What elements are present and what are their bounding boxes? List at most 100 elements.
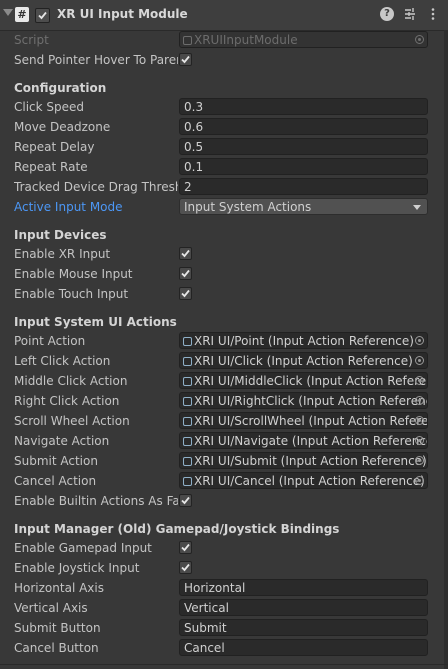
input-action-icon xyxy=(183,377,192,386)
repeat-rate-field[interactable]: 0.1 xyxy=(179,158,428,175)
enable-touch-checkbox[interactable] xyxy=(179,287,192,300)
enable-xr-checkbox[interactable] xyxy=(179,247,192,260)
send-hover-label: Send Pointer Hover To Parent xyxy=(14,53,178,67)
repeat-delay-label: Repeat Delay xyxy=(14,140,95,154)
repeat-delay-row: Repeat Delay 0.5 xyxy=(0,137,448,157)
input-action-icon xyxy=(183,457,192,466)
script-value: XRUIInputModule xyxy=(194,33,298,47)
ui-actions-header: Input System UI Actions xyxy=(14,315,177,329)
inspector-scrollbar[interactable] xyxy=(444,30,448,669)
object-picker-icon[interactable] xyxy=(415,336,424,345)
action-row: Point Action XRI UI/Point (Input Action … xyxy=(0,331,448,351)
component-title: XR UI Input Module xyxy=(57,7,188,21)
checkmark-icon xyxy=(181,249,190,258)
repeat-delay-field[interactable]: 0.5 xyxy=(179,138,428,155)
preset-icon[interactable] xyxy=(403,7,417,21)
scroll-wheel-action-field[interactable]: XRI UI/ScrollWheel (Input Action Referen… xyxy=(179,412,428,429)
cancel-button-label: Cancel Button xyxy=(14,641,99,655)
click-speed-row: Click Speed 0.3 xyxy=(0,97,448,117)
checkmark-icon xyxy=(181,496,190,505)
object-picker-icon[interactable] xyxy=(415,356,424,365)
action-value: XRI UI/Point (Input Action Reference) xyxy=(194,334,414,348)
input-action-icon xyxy=(183,477,192,486)
action-row: Middle Click Action XRI UI/MiddleClick (… xyxy=(0,371,448,391)
action-label: Navigate Action xyxy=(14,434,110,448)
action-label: Scroll Wheel Action xyxy=(14,414,130,428)
send-hover-checkbox[interactable] xyxy=(179,53,192,66)
component-header: # XR UI Input Module ? xyxy=(0,0,448,31)
enable-mouse-row: Enable Mouse Input xyxy=(0,264,448,284)
enable-gamepad-checkbox[interactable] xyxy=(179,541,192,554)
kebab-menu-icon[interactable] xyxy=(426,7,440,21)
checkmark-icon xyxy=(181,543,190,552)
object-picker-icon[interactable] xyxy=(415,436,424,445)
object-picker-icon[interactable] xyxy=(415,376,424,385)
move-deadzone-label: Move Deadzone xyxy=(14,120,111,134)
script-asset-icon xyxy=(183,36,192,45)
action-label: Cancel Action xyxy=(14,474,97,488)
active-input-mode-label: Active Input Mode xyxy=(14,200,123,214)
active-input-mode-dropdown[interactable]: Input System Actions xyxy=(179,198,428,215)
builtin-actions-label: Enable Builtin Actions As Fallback xyxy=(14,494,178,508)
object-picker-icon[interactable] xyxy=(415,416,424,425)
right-click-action-field[interactable]: XRI UI/RightClick (Input Action Referenc… xyxy=(179,392,428,409)
point-action-field[interactable]: XRI UI/Point (Input Action Reference) xyxy=(179,332,428,349)
input-action-icon xyxy=(183,437,192,446)
cancel-action-field[interactable]: XRI UI/Cancel (Input Action Reference) xyxy=(179,472,428,489)
action-value: XRI UI/RightClick (Input Action Referenc… xyxy=(194,394,428,408)
checkmark-icon xyxy=(181,269,190,278)
action-label: Submit Action xyxy=(14,454,98,468)
component-divider xyxy=(0,664,448,665)
action-value: XRI UI/Cancel (Input Action Reference) xyxy=(194,474,425,488)
object-picker-icon[interactable] xyxy=(415,456,424,465)
enable-xr-row: Enable XR Input xyxy=(0,244,448,264)
repeat-rate-row: Repeat Rate 0.1 xyxy=(0,157,448,177)
script-label: Script xyxy=(14,33,49,47)
vertical-axis-field[interactable]: Vertical xyxy=(179,599,428,616)
checkmark-icon xyxy=(38,11,47,20)
script-row: Script XRUIInputModule xyxy=(0,30,448,50)
action-label: Middle Click Action xyxy=(14,374,128,388)
foldout-arrow-icon[interactable] xyxy=(3,9,13,16)
action-row: Left Click Action XRI UI/Click (Input Ac… xyxy=(0,351,448,371)
input-action-icon xyxy=(183,417,192,426)
click-speed-field[interactable]: 0.3 xyxy=(179,98,428,115)
left-click-action-field[interactable]: XRI UI/Click (Input Action Reference) xyxy=(179,352,428,369)
action-value: XRI UI/ScrollWheel (Input Action Referen… xyxy=(194,414,428,428)
enable-joystick-checkbox[interactable] xyxy=(179,561,192,574)
drag-threshold-label: Tracked Device Drag Threshold xyxy=(14,180,178,194)
horizontal-axis-field[interactable]: Horizontal xyxy=(179,579,428,596)
dropdown-arrow-icon xyxy=(413,205,421,210)
input-action-icon xyxy=(183,337,192,346)
drag-threshold-field[interactable]: 2 xyxy=(179,178,428,195)
send-hover-row: Send Pointer Hover To Parent xyxy=(0,50,448,70)
action-row: Navigate Action XRI UI/Navigate (Input A… xyxy=(0,431,448,451)
middle-click-action-field[interactable]: XRI UI/MiddleClick (Input Action Referen… xyxy=(179,372,428,389)
move-deadzone-row: Move Deadzone 0.6 xyxy=(0,117,448,137)
cancel-button-field[interactable]: Cancel xyxy=(179,639,428,656)
enable-touch-row: Enable Touch Input xyxy=(0,284,448,304)
navigate-action-field[interactable]: XRI UI/Navigate (Input Action Reference) xyxy=(179,432,428,449)
action-value: XRI UI/Navigate (Input Action Reference) xyxy=(194,434,428,448)
repeat-rate-label: Repeat Rate xyxy=(14,160,88,174)
active-input-mode-row: Active Input Mode Input System Actions xyxy=(0,197,448,217)
enable-mouse-checkbox[interactable] xyxy=(179,267,192,280)
vertical-axis-row: Vertical Axis Vertical xyxy=(0,598,448,618)
object-picker-icon[interactable] xyxy=(415,476,424,485)
help-icon[interactable]: ? xyxy=(380,7,394,21)
submit-button-field[interactable]: Submit xyxy=(179,619,428,636)
action-value: XRI UI/Submit (Input Action Reference) xyxy=(194,454,427,468)
horizontal-axis-label: Horizontal Axis xyxy=(14,581,104,595)
component-enabled-checkbox[interactable] xyxy=(35,8,50,23)
action-value: XRI UI/Click (Input Action Reference) xyxy=(194,354,413,368)
submit-action-field[interactable]: XRI UI/Submit (Input Action Reference) xyxy=(179,452,428,469)
header-icons: ? xyxy=(380,7,440,21)
move-deadzone-field[interactable]: 0.6 xyxy=(179,118,428,135)
enable-gamepad-label: Enable Gamepad Input xyxy=(14,541,152,555)
action-row: Cancel Action XRI UI/Cancel (Input Actio… xyxy=(0,471,448,491)
enable-xr-label: Enable XR Input xyxy=(14,247,111,261)
cancel-button-row: Cancel Button Cancel xyxy=(0,638,448,658)
builtin-actions-row: Enable Builtin Actions As Fallback xyxy=(0,491,448,511)
object-picker-icon[interactable] xyxy=(415,396,424,405)
builtin-actions-checkbox[interactable] xyxy=(179,494,192,507)
